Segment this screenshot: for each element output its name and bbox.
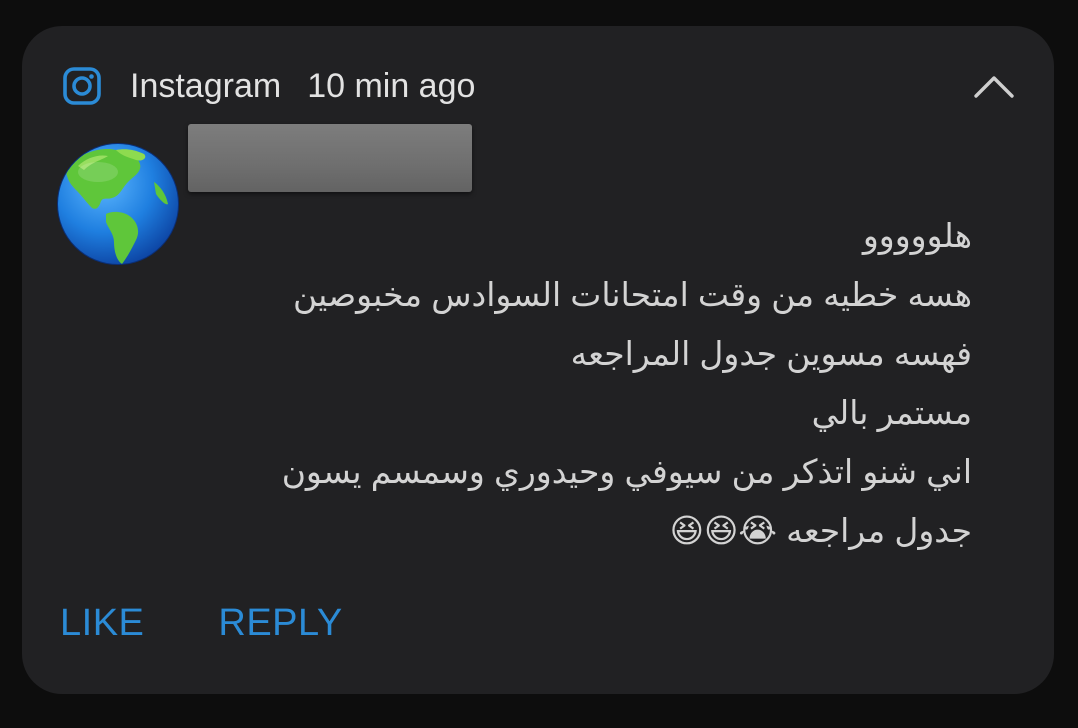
globe-americas-icon <box>57 143 179 265</box>
message-line: اني شنو اتذكر من سيوفي وحيدوري وسمسم يسو… <box>281 453 972 490</box>
notification-header: Instagram 10 min ago <box>62 64 475 108</box>
sender-name-redacted <box>188 124 472 192</box>
app-name: Instagram <box>130 66 282 105</box>
notification-actions: LIKE REPLY <box>60 602 343 645</box>
notification-time: 10 min ago <box>307 66 476 105</box>
chevron-up-icon[interactable] <box>972 70 1016 104</box>
message-body: هلووووو هسه خطيه من وقت امتحانات السوادس… <box>212 206 972 560</box>
message-line: مستمر بالي <box>811 394 972 431</box>
like-button[interactable]: LIKE <box>60 602 144 645</box>
message-line: جدول مراجعه 😭😆😆 <box>669 512 972 549</box>
message-line: هلووووو <box>862 217 972 254</box>
notification-card[interactable]: Instagram 10 min ago هلووووو هسه خطيه من… <box>22 26 1054 694</box>
message-line: فهسه مسوين جدول المراجعه <box>570 335 972 372</box>
instagram-icon <box>63 67 101 105</box>
message-line: هسه خطيه من وقت امتحانات السوادس مخبوصين <box>293 276 972 313</box>
reply-button[interactable]: REPLY <box>218 602 342 645</box>
